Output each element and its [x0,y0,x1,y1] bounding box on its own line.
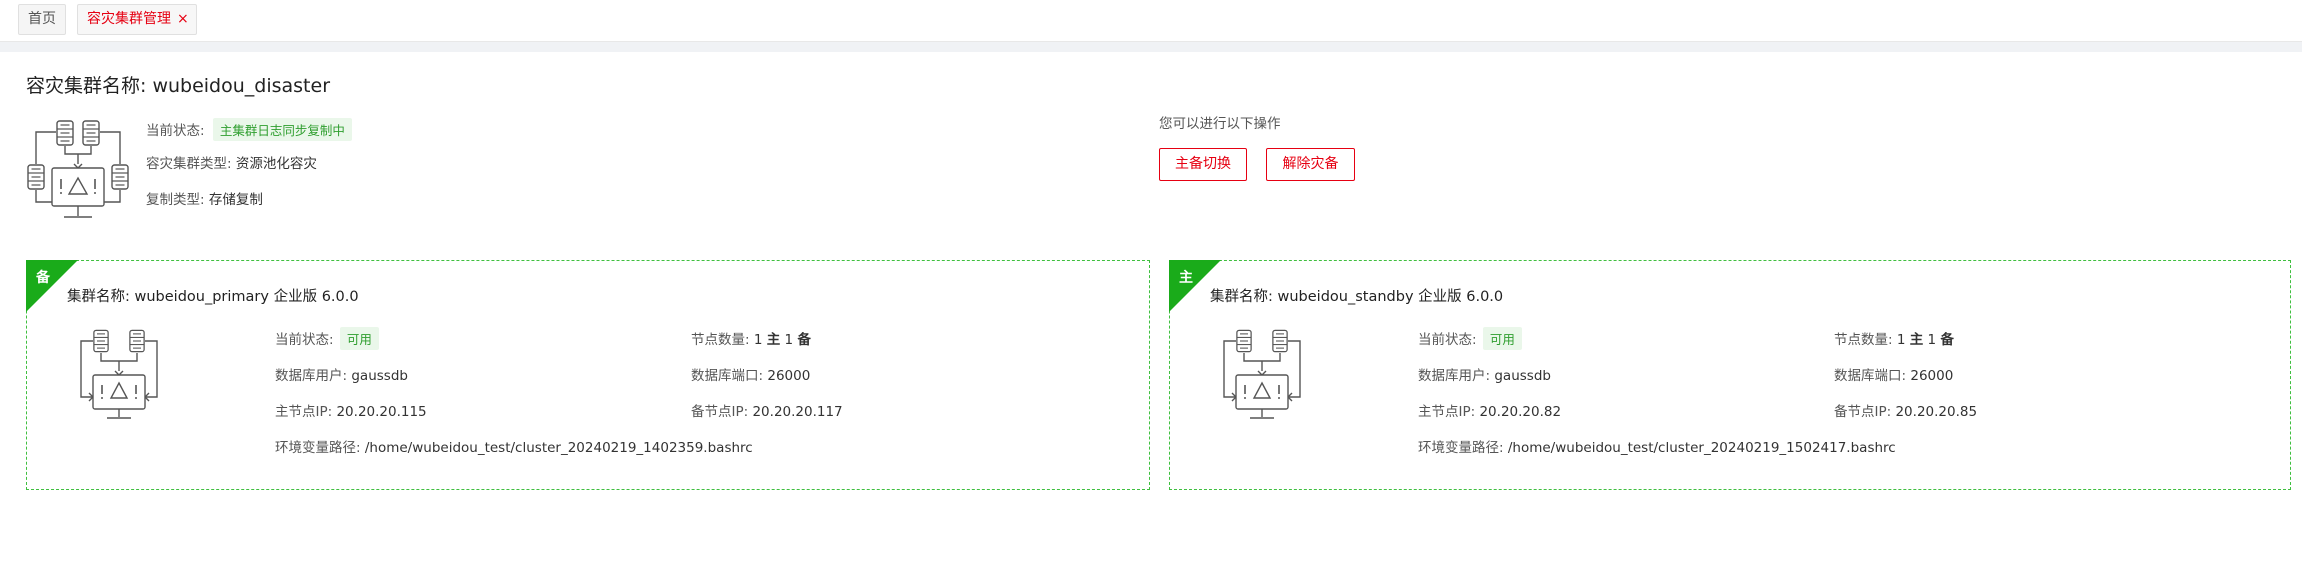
status-badge: 主集群日志同步复制中 [212,118,352,141]
page-title: 容灾集群名称: wubeidou_disaster [26,75,331,97]
field-value: 20.20.20.115 [336,404,427,420]
cluster-version: 6.0.0 [321,289,359,305]
field-label: 节点数量: [1834,332,1893,348]
field-value: 20.20.20.85 [1895,404,1978,420]
status-label: 当前状态: [146,123,205,139]
field-label: 当前状态: [1418,332,1477,348]
cluster-edition: 企业版 [273,289,318,305]
cluster-card-standby: 主 集群名称: wubeidou_standby 企业版 6.0.0 当前状态:… [1169,260,2291,490]
cluster-status: 当前状态: 可用 [1418,327,1522,350]
cluster-version: 6.0.0 [1466,289,1504,305]
field-value: 20.20.20.117 [752,404,843,420]
cluster-name-label: 集群名称: [1210,289,1273,305]
field-label: 环境变量路径: [1418,440,1504,456]
node-count: 节点数量: 1 主 1 备 [691,328,811,348]
tab-home[interactable]: 首页 [18,4,66,35]
status-badge: 可用 [339,327,379,350]
cluster-name: 集群名称: wubeidou_standby 企业版 6.0.0 [1210,285,1503,306]
standby-count: 1 [784,332,794,348]
tab-bar: 首页 容灾集群管理 × [0,0,2302,42]
cluster-edition: 企业版 [1418,289,1462,305]
db-port: 数据库端口: 26000 [691,364,810,384]
standby-unit: 备 [1940,332,1954,348]
main-content: 容灾集群名称: wubeidou_disaster 当前状态: 主集群日志同步复… [0,52,2302,567]
standby-count: 1 [1927,332,1937,348]
status-badge: 可用 [1482,327,1522,350]
repl-label: 复制类型: [146,192,205,208]
db-user: 数据库用户: gaussdb [1418,364,1551,384]
field-value: /home/wubeidou_test/cluster_20240219_140… [364,440,753,456]
disaster-type: 容灾集群类型: 资源池化容灾 [146,152,317,172]
field-label: 环境变量路径: [275,440,361,456]
close-icon[interactable]: × [177,11,189,27]
cluster-topology-icon [1218,327,1306,423]
cluster-card-primary: 备 集群名称: wubeidou_primary 企业版 6.0.0 当前状态:… [26,260,1150,490]
field-label: 主节点IP: [1418,404,1476,420]
primary-unit: 主 [1909,332,1924,348]
primary-node-ip: 主节点IP: 20.20.20.82 [1418,400,1561,420]
switchover-button[interactable]: 主备切换 [1159,148,1247,181]
field-label: 数据库用户: [275,368,348,384]
tab-disaster-cluster-management[interactable]: 容灾集群管理 × [77,4,197,35]
cluster-name-value: wubeidou_standby [1277,289,1414,305]
field-label: 当前状态: [275,332,334,348]
tab-home-label: 首页 [28,11,56,27]
field-label: 备节点IP: [691,404,749,420]
field-label: 数据库用户: [1418,368,1491,384]
primary-count: 1 [1896,332,1906,348]
operations-hint: 您可以进行以下操作 [1159,116,1281,132]
primary-node-ip: 主节点IP: 20.20.20.115 [275,400,427,420]
cluster-topology-icon [26,118,130,222]
cluster-status: 当前状态: 可用 [275,327,379,350]
cluster-name-value: wubeidou_primary [134,289,269,305]
role-badge: 备 [36,270,50,286]
field-value: gaussdb [1494,368,1551,384]
field-label: 数据库端口: [1834,368,1907,384]
standby-node-ip: 备节点IP: 20.20.20.117 [691,400,843,420]
disaster-status: 当前状态: 主集群日志同步复制中 [146,118,352,141]
field-label: 节点数量: [691,332,750,348]
field-value: 26000 [1910,368,1954,384]
db-user: 数据库用户: gaussdb [275,364,408,384]
env-path: 环境变量路径: /home/wubeidou_test/cluster_2024… [275,436,753,456]
field-label: 数据库端口: [691,368,764,384]
replication-type: 复制类型: 存储复制 [146,188,263,208]
tab-active-label: 容灾集群管理 [87,11,171,27]
field-value: 20.20.20.82 [1479,404,1562,420]
primary-count: 1 [753,332,763,348]
env-path: 环境变量路径: /home/wubeidou_test/cluster_2024… [1418,436,1896,456]
cluster-name-label: 集群名称: [67,289,130,305]
field-value: gaussdb [351,368,408,384]
cluster-name: 集群名称: wubeidou_primary 企业版 6.0.0 [67,285,359,306]
standby-unit: 备 [797,332,811,348]
field-value: 26000 [767,368,811,384]
field-label: 主节点IP: [275,404,333,420]
node-count: 节点数量: 1 主 1 备 [1834,328,1954,348]
field-label: 备节点IP: [1834,404,1892,420]
standby-node-ip: 备节点IP: 20.20.20.85 [1834,400,1977,420]
cluster-topology-icon [75,327,163,423]
primary-unit: 主 [766,332,781,348]
db-port: 数据库端口: 26000 [1834,364,1953,384]
type-value: 资源池化容灾 [235,156,317,172]
role-badge: 主 [1179,270,1193,286]
remove-disaster-button[interactable]: 解除灾备 [1266,148,1355,181]
type-label: 容灾集群类型: [146,156,232,172]
repl-value: 存储复制 [208,192,263,208]
field-value: /home/wubeidou_test/cluster_20240219_150… [1507,440,1896,456]
